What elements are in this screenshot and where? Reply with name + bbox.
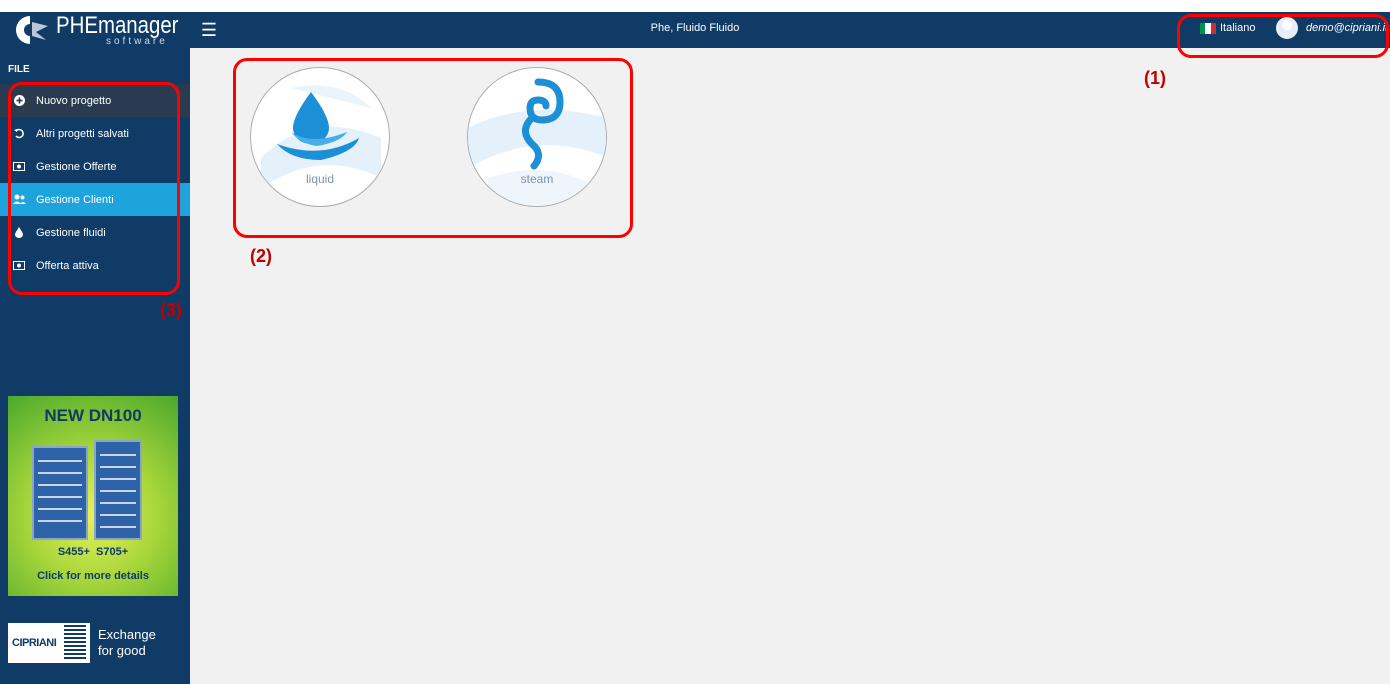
promo-banner[interactable]: NEW DN100 S455+ S705+ Click for more det… [8, 396, 178, 596]
hamburger-icon[interactable]: ☰ [199, 20, 219, 40]
window-frame [0, 0, 1390, 12]
annotation-box-menu [8, 82, 180, 295]
heat-exchanger-image [94, 440, 142, 540]
cipriani-logo: CIPRIANI [8, 623, 90, 663]
brand-slogan: Exchange for good [98, 627, 156, 659]
heat-exchanger-image [32, 446, 88, 540]
logo-text: PHEmanager [56, 11, 179, 39]
annotation-box-user-area [1177, 14, 1389, 58]
brand-footer: CIPRIANI Exchange for good [8, 610, 178, 676]
annotation-label: (3) [160, 300, 182, 320]
cipriani-logo-icon [10, 12, 52, 48]
annotation-label: (2) [250, 246, 272, 266]
banner-title: NEW DN100 [44, 406, 142, 425]
slogan-line: Exchange [98, 627, 156, 642]
app-logo[interactable]: PHEmanager software [10, 12, 200, 48]
brand-stripes-icon [64, 625, 86, 661]
banner-models: S455+ S705+ [57, 546, 129, 558]
slogan-line: for good [98, 643, 146, 658]
sidebar-section-label: FILE [8, 64, 30, 75]
banner-cta: Click for more details [37, 570, 149, 582]
annotation-box-options [233, 58, 633, 238]
brand-name: CIPRIANI [12, 637, 57, 649]
annotation-label: (1) [1144, 68, 1166, 88]
